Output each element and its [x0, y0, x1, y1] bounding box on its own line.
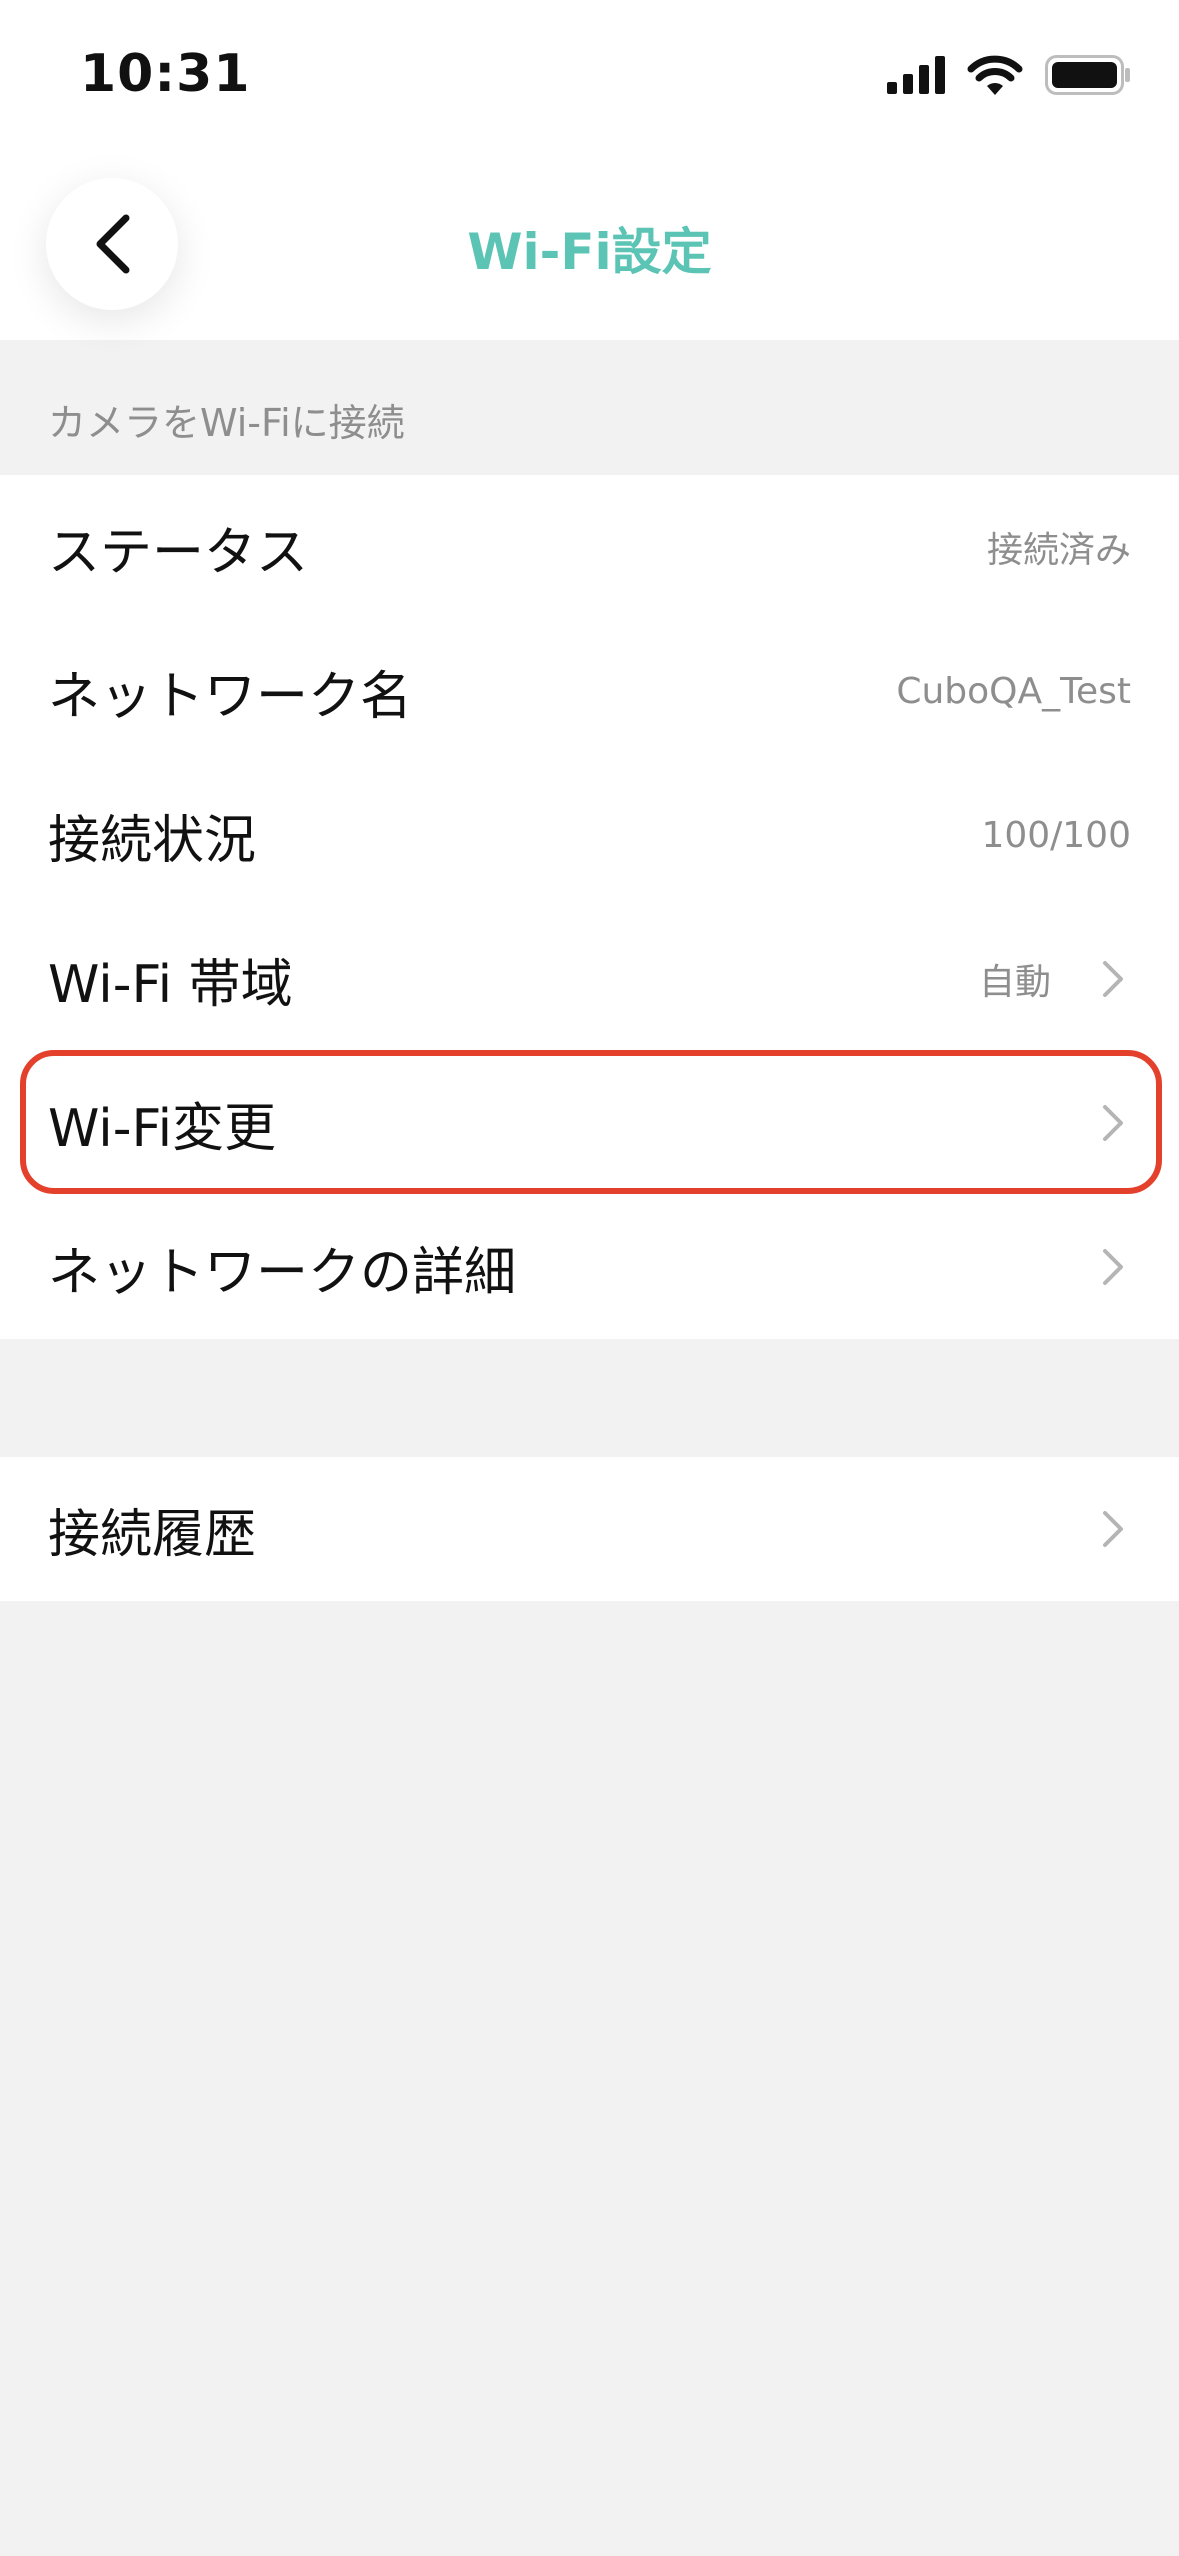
change-wifi-label: Wi-Fi変更: [48, 1098, 277, 1159]
status-value: 接続済み: [986, 530, 1131, 571]
chevron-right-icon: [1103, 1511, 1123, 1547]
history-group: 接続履歴: [0, 1457, 1179, 1601]
network-details-label: ネットワークの詳細: [48, 1242, 517, 1303]
wifi-band-value: 自動: [978, 962, 1051, 1003]
navigation-header: Wi-Fi設定: [0, 140, 1179, 340]
status-bar: 10:31: [0, 0, 1179, 140]
signal-strength-label: 接続状況: [48, 810, 257, 871]
chevron-right-icon: [1103, 1105, 1123, 1141]
chevron-right-icon: [1103, 1249, 1123, 1285]
network-details-row[interactable]: ネットワークの詳細: [0, 1195, 1179, 1339]
signal-strength-value: 100/100: [981, 814, 1131, 856]
wifi-band-label: Wi-Fi 帯域: [48, 954, 293, 1015]
section-caption: カメラをWi-Fiに接続: [48, 401, 405, 445]
network-name-row: ネットワーク名 CuboQA_Test: [0, 619, 1179, 763]
connection-history-label: 接続履歴: [48, 1504, 257, 1565]
chevron-right-icon: [1103, 961, 1123, 997]
status-time: 10:31: [80, 44, 251, 104]
change-wifi-row[interactable]: Wi-Fi変更: [0, 1051, 1179, 1195]
wifi-band-row[interactable]: Wi-Fi 帯域 自動: [0, 907, 1179, 1051]
wifi-icon: [967, 55, 1023, 95]
status-row: ステータス 接続済み: [0, 475, 1179, 619]
network-name-value: CuboQA_Test: [896, 670, 1131, 712]
battery-icon: [1045, 55, 1130, 95]
page-title: Wi-Fi設定: [467, 223, 712, 281]
cellular-signal-icon: [887, 56, 945, 94]
connection-history-row[interactable]: 接続履歴: [0, 1457, 1179, 1601]
status-label: ステータス: [48, 522, 309, 583]
status-icons: [887, 52, 1131, 98]
wifi-settings-group: ステータス 接続済み ネットワーク名 CuboQA_Test 接続状況 100/…: [0, 475, 1179, 1339]
network-name-label: ネットワーク名: [48, 666, 413, 727]
signal-strength-row: 接続状況 100/100: [0, 763, 1179, 907]
